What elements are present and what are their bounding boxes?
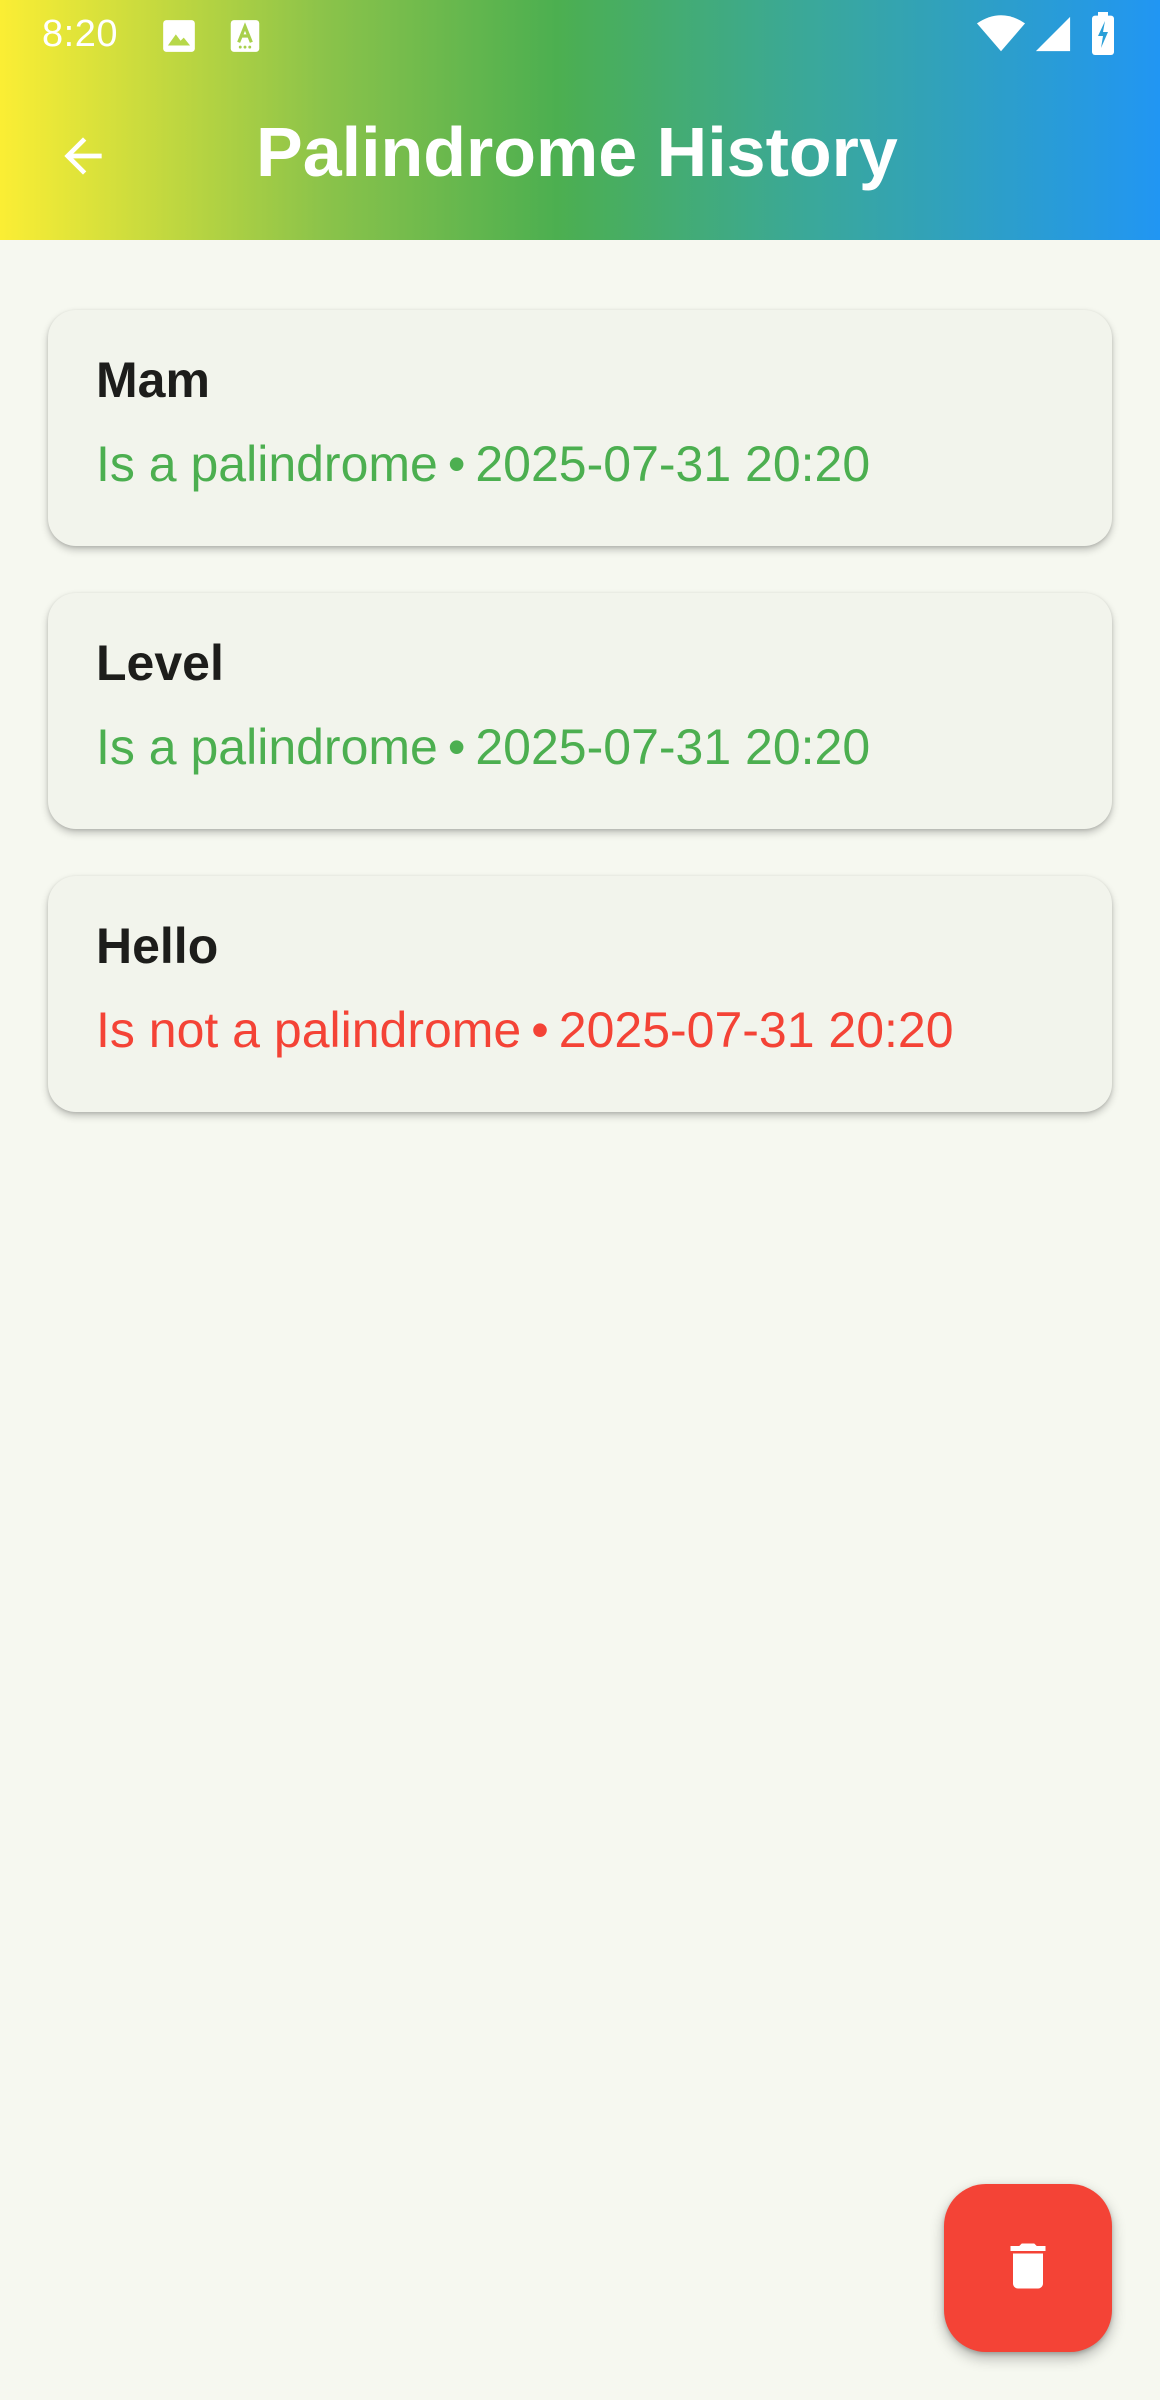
result-status: Is a palindrome — [96, 436, 438, 492]
separator: • — [447, 436, 466, 492]
history-item-hello[interactable]: Hello Is not a palindrome • 2025-07-31 20:… — [48, 876, 1112, 1112]
wifi-icon — [976, 14, 1026, 59]
result-status: Is not a palindrome — [96, 1002, 522, 1058]
history-item-result: Is a palindrome • 2025-07-31 20:20 — [96, 426, 976, 502]
history-item-result: Is not a palindrome • 2025-07-31 20:20 — [96, 992, 976, 1068]
history-list: Mam Is a palindrome • 2025-07-31 20:20 Lev… — [48, 310, 1112, 1159]
result-timestamp: 2025-07-31 20:20 — [558, 1002, 954, 1058]
status-bar: 8:20 — [0, 0, 1160, 72]
arrow-back-icon — [55, 128, 111, 189]
result-status: Is a palindrome — [96, 719, 438, 775]
history-item-word: Hello — [96, 918, 219, 974]
history-item-result: Is a palindrome • 2025-07-31 20:20 — [96, 709, 976, 785]
battery-charging-icon — [1090, 12, 1116, 61]
result-timestamp: 2025-07-31 20:20 — [475, 436, 871, 492]
history-item-word: Level — [96, 635, 224, 691]
trash-icon — [998, 2236, 1058, 2301]
separator: • — [447, 719, 466, 775]
result-timestamp: 2025-07-31 20:20 — [475, 719, 871, 775]
back-button[interactable] — [40, 115, 126, 201]
history-item-level[interactable]: Level Is a palindrome • 2025-07-31 20:20 — [48, 593, 1112, 829]
clear-history-button[interactable] — [944, 2184, 1112, 2352]
app-bar: 8:20 Palindrome History — [0, 0, 1160, 240]
history-item-mam[interactable]: Mam Is a palindrome • 2025-07-31 20:20 — [48, 310, 1112, 546]
image-icon — [160, 17, 198, 60]
signal-icon — [1034, 14, 1072, 59]
page-title: Palindrome History — [256, 113, 898, 191]
history-item-word: Mam — [96, 352, 210, 408]
text-format-icon — [228, 17, 262, 60]
separator: • — [531, 1002, 549, 1058]
status-time: 8:20 — [42, 13, 118, 55]
